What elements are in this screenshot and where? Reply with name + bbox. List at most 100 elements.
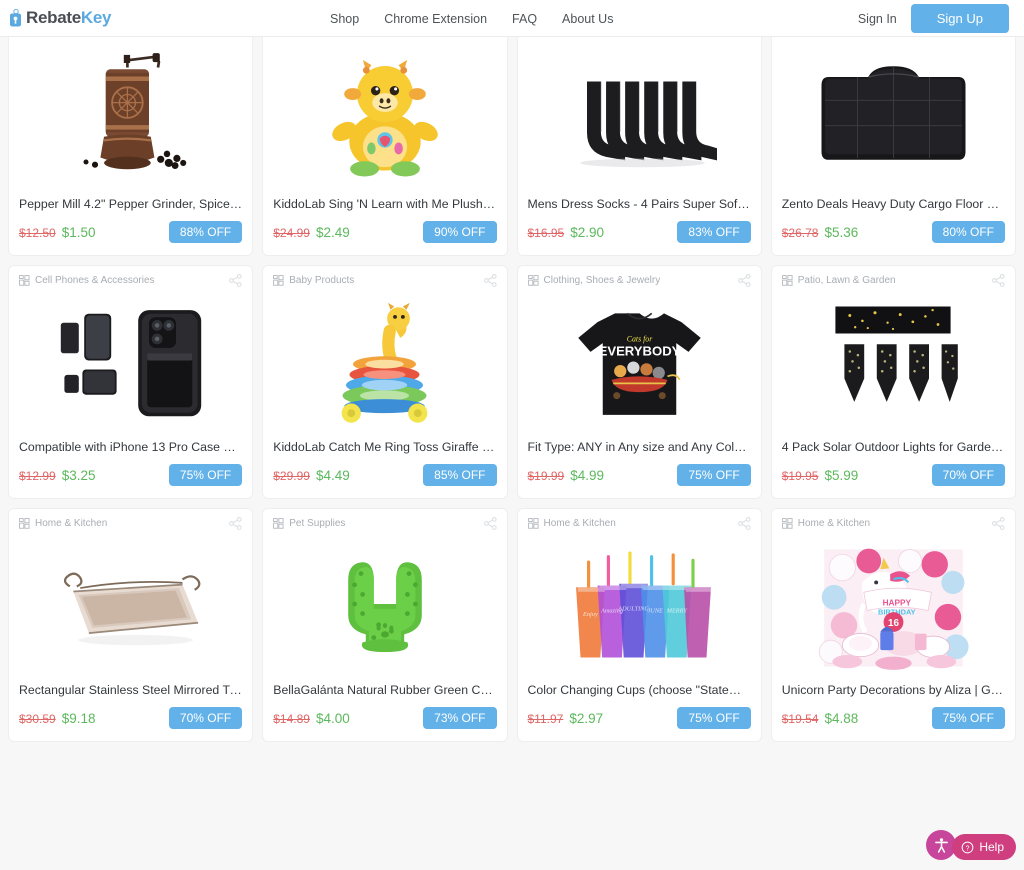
discount-badge[interactable]: 75% OFF [677, 464, 751, 486]
share-icon[interactable] [737, 517, 751, 530]
product-card[interactable]: Home & Kitchen Rectangular Stainless Ste… [8, 508, 254, 742]
share-icon[interactable] [737, 274, 751, 287]
discount-badge[interactable]: 85% OFF [423, 464, 497, 486]
discount-badge[interactable]: 75% OFF [168, 464, 243, 486]
discount-badge[interactable]: 70% OFF [931, 464, 1005, 486]
product-price-row: $29.99 $4.49 85% OFF [263, 458, 506, 498]
share-icon[interactable] [992, 517, 1005, 530]
share-icon[interactable] [229, 274, 242, 287]
product-image[interactable]: Cats for EVERYBODY [517, 290, 761, 440]
price-group: $30.59 $9.18 [19, 711, 96, 726]
product-image[interactable] [9, 37, 253, 197]
product-card[interactable]: Home & Kitchen HAPPY BIRTHDAY 16 Unicorn… [770, 508, 1016, 742]
discounted-price: $9.18 [61, 710, 96, 726]
category-icon [527, 275, 539, 286]
card-header: Cell Phones & Accessories [9, 266, 252, 290]
nav-link-shop[interactable]: Shop [330, 12, 359, 26]
card-header: Home & Kitchen [9, 509, 252, 533]
product-card[interactable]: Patio, Lawn & Garden 4 Pack Solar Outdoo… [770, 265, 1016, 499]
product-image[interactable] [9, 290, 253, 440]
question-circle-icon: ? [961, 841, 974, 853]
price-group: $24.99 $2.49 [273, 225, 350, 240]
original-price: $24.99 [273, 225, 310, 240]
svg-text:16: 16 [888, 618, 899, 629]
category-label: Pet Supplies [289, 518, 346, 529]
svg-text:HAPPY: HAPPY [882, 599, 911, 608]
product-card[interactable]: Clothing, Shoes & Jewelry Cats for EVERY… [516, 265, 762, 499]
help-button[interactable]: ? Help [952, 834, 1016, 860]
product-image[interactable] [263, 290, 507, 440]
product-title[interactable]: Pepper Mill 4.2" Pepper Grinder, Spice G… [9, 197, 252, 215]
discount-badge[interactable]: 75% OFF [931, 707, 1005, 729]
original-price: $26.78 [781, 225, 819, 240]
discount-badge[interactable]: 90% OFF [423, 221, 497, 243]
product-price-row: $26.78 $5.36 80% OFF [772, 215, 1015, 255]
product-price-row: $24.99 $2.49 90% OFF [263, 215, 506, 255]
original-price: $19.99 [527, 468, 565, 483]
sign-in-link[interactable]: Sign In [858, 12, 897, 26]
category-label: Home & Kitchen [543, 518, 616, 529]
discount-badge[interactable]: 88% OFF [168, 221, 243, 243]
product-title[interactable]: Rectangular Stainless Steel Mirrored Tra… [9, 683, 252, 701]
original-price: $12.99 [19, 468, 56, 483]
share-icon[interactable] [992, 274, 1005, 287]
category-icon [781, 518, 793, 529]
product-price-row: $19.54 $4.88 75% OFF [772, 701, 1015, 741]
product-image[interactable] [771, 290, 1015, 440]
product-title[interactable]: KiddoLab Catch Me Ring Toss Giraffe - M.… [263, 440, 506, 458]
product-grid: Pepper Mill 4.2" Pepper Grinder, Spice G… [0, 37, 1024, 742]
nav-link-faq[interactable]: FAQ [512, 12, 537, 26]
product-image[interactable]: HAPPY BIRTHDAY 16 [771, 533, 1015, 683]
product-card[interactable]: Mens Dress Socks - 4 Pairs Super Soft C.… [516, 37, 762, 256]
nav-link-about-us[interactable]: About Us [562, 12, 613, 26]
nav-link-chrome-extension[interactable]: Chrome Extension [384, 12, 487, 26]
product-image[interactable] [263, 37, 507, 197]
discount-badge[interactable]: 80% OFF [931, 221, 1005, 243]
category-icon [19, 518, 30, 529]
product-image[interactable] [517, 37, 761, 197]
product-image[interactable] [263, 533, 507, 683]
product-card[interactable]: Home & Kitchen Enjoy Amazing ADULTING JU… [516, 508, 762, 742]
share-icon[interactable] [483, 274, 497, 287]
product-category: Pet Supplies [273, 518, 345, 529]
price-group: $19.95 $5.99 [782, 468, 859, 483]
product-title[interactable]: 4 Pack Solar Outdoor Lights for Garden, … [772, 440, 1015, 458]
svg-text:ADULTING: ADULTING [617, 606, 649, 613]
product-image[interactable] [9, 533, 253, 683]
svg-text:Enjoy: Enjoy [582, 611, 598, 618]
product-card[interactable]: Pepper Mill 4.2" Pepper Grinder, Spice G… [8, 37, 254, 256]
product-price-row: $16.95 $2.90 83% OFF [518, 215, 761, 255]
product-card[interactable]: Baby Products KiddoLab Catch Me Ring Tos… [262, 265, 508, 499]
discount-badge[interactable]: 75% OFF [677, 707, 751, 729]
original-price: $19.54 [781, 711, 819, 726]
product-image[interactable] [771, 37, 1015, 197]
price-group: $29.99 $4.49 [273, 468, 350, 483]
product-card[interactable]: Pet Supplies BellaGalánta Natural Rubber… [262, 508, 508, 742]
share-icon[interactable] [483, 517, 497, 530]
sign-up-button[interactable]: Sign Up [910, 4, 1009, 33]
product-title[interactable]: Color Changing Cups (choose "Statemen... [518, 683, 761, 701]
discount-badge[interactable]: 70% OFF [168, 707, 243, 729]
product-image[interactable]: Enjoy Amazing ADULTING JUNE MERRY [517, 533, 761, 683]
product-card[interactable]: KiddoLab Sing 'N Learn with Me Plush Gi.… [262, 37, 508, 256]
site-logo[interactable]: RebateKey [8, 8, 111, 28]
category-icon [19, 275, 30, 286]
product-card[interactable]: Cell Phones & Accessories Compatible wit… [8, 265, 254, 499]
product-title[interactable]: Zento Deals Heavy Duty Cargo Floor Mat .… [772, 197, 1015, 215]
product-title[interactable]: BellaGalánta Natural Rubber Green Cactu.… [263, 683, 506, 701]
card-header: Home & Kitchen [518, 509, 761, 533]
product-title[interactable]: Fit Type: ANY in Any size and Any Color … [518, 440, 761, 458]
discount-badge[interactable]: 83% OFF [677, 221, 751, 243]
product-title[interactable]: Mens Dress Socks - 4 Pairs Super Soft C.… [518, 197, 761, 215]
category-icon [527, 518, 539, 529]
product-title[interactable]: Compatible with iPhone 13 Pro Case Wall.… [9, 440, 252, 458]
original-price: $14.89 [273, 711, 310, 726]
original-price: $16.95 [527, 225, 565, 240]
category-icon [781, 275, 793, 286]
share-icon[interactable] [229, 517, 242, 530]
product-title[interactable]: Unicorn Party Decorations by Aliza | Gir… [772, 683, 1015, 701]
product-card[interactable]: Zento Deals Heavy Duty Cargo Floor Mat .… [770, 37, 1016, 256]
discount-badge[interactable]: 73% OFF [423, 707, 497, 729]
product-title[interactable]: KiddoLab Sing 'N Learn with Me Plush Gi.… [263, 197, 506, 215]
svg-text:JUNE: JUNE [648, 608, 664, 615]
